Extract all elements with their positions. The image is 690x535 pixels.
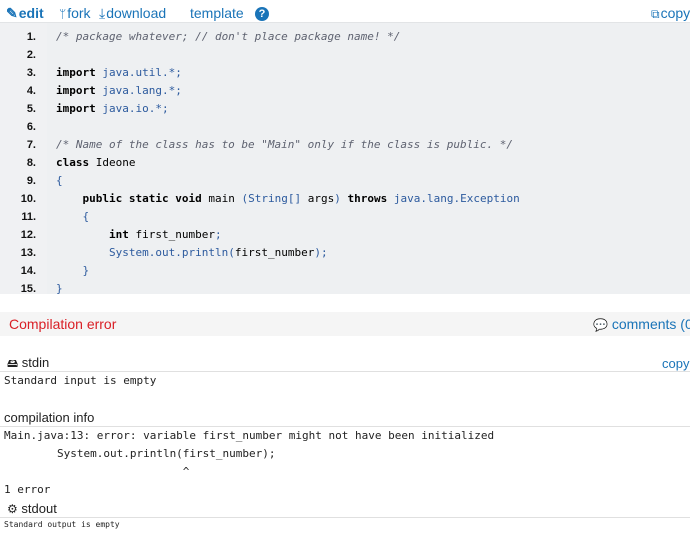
line-number: 11. [21, 211, 36, 223]
line-code: /* package whatever; // don't place pack… [56, 30, 401, 43]
code-line: 7. /* Name of the class has to be "Main" … [0, 136, 690, 154]
line-number: 15. [20, 283, 36, 295]
code-line: 3. import java.util.*; [0, 64, 690, 82]
code-line: 10. public static void main (String[] ar… [0, 190, 690, 208]
stdout-content: Standard output is empty [4, 520, 120, 529]
gears-icon: ⚙ [7, 502, 18, 516]
template-link[interactable]: template [190, 5, 244, 21]
line-code: import java.io.*; [56, 102, 169, 115]
code-line: 5. import java.io.*; [0, 100, 690, 118]
line-number: 4. [26, 85, 36, 97]
line-code: import java.lang.*; [56, 84, 182, 97]
stdin-content: Standard input is empty [4, 374, 157, 387]
line-code: } [82, 264, 90, 277]
code-line: 14. } [0, 262, 690, 280]
copy-stdin-link[interactable]: copy [662, 356, 689, 371]
line-number: 7. [26, 139, 36, 151]
line-code: /* Name of the class has to be "Main" on… [56, 138, 513, 151]
help-icon[interactable]: ? [255, 7, 269, 21]
comments-link[interactable]: 💬 comments (0 [593, 316, 690, 332]
line-number: 9. [26, 175, 36, 187]
line-code: public static void main (String[] args) … [82, 192, 520, 205]
result-status-bar: Compilation error 💬 comments (0 [0, 312, 690, 336]
download-icon: ⤓ [99, 5, 106, 21]
line-code: { [56, 174, 63, 187]
compilation-info-content: Main.java:13: error: variable first_numb… [4, 429, 495, 496]
status-label: Compilation error [9, 316, 117, 332]
line-code: class Ideone [56, 156, 136, 169]
line-number: 1. [26, 31, 36, 43]
line-number: 8. [26, 157, 36, 169]
comment-icon: 💬 [593, 318, 608, 332]
copy-code-link[interactable]: ⧉copy [651, 5, 690, 22]
stdout-title: stdout [21, 501, 57, 516]
code-line: 1. /* package whatever; // don't place pa… [0, 28, 690, 46]
line-code: int first_number; [108, 228, 222, 241]
fork-icon: ᛘ [59, 7, 67, 21]
line-number: 5. [26, 103, 36, 115]
code-line: 11. { [0, 208, 690, 226]
fork-link[interactable]: ᛘfork [59, 5, 91, 21]
line-number: 6. [26, 121, 36, 133]
edit-icon: ✎ [6, 5, 18, 21]
line-number: 3. [26, 67, 36, 79]
compilation-info-title: compilation info [4, 410, 95, 425]
line-number: 13. [20, 247, 36, 259]
stdin-title: stdin [21, 355, 50, 370]
code-line: 15.} [0, 280, 690, 298]
line-code: System.out.println(first_number); [108, 246, 328, 259]
stdout-header: ⚙ stdout [7, 501, 57, 516]
code-line: 2. [0, 46, 690, 64]
code-line: 9. { [0, 172, 690, 190]
code-line: 8. class Ideone [0, 154, 690, 172]
code-line: 12. int first_number; [0, 226, 690, 244]
source-code-view[interactable]: 1. /* package whatever; // don't place pa… [0, 22, 690, 295]
copy-icon: ⧉ [651, 7, 660, 21]
line-number: 2. [26, 49, 36, 61]
line-code: } [56, 282, 63, 295]
line-code: import java.util.*; [56, 66, 182, 79]
code-line: 13. System.out.println(first_number); [0, 244, 690, 262]
inbox-icon: 🖴 [7, 358, 19, 370]
edit-link[interactable]: ✎edit [6, 5, 44, 22]
download-link[interactable]: ⤓download [99, 5, 166, 22]
line-number: 10. [20, 193, 36, 205]
line-number: 12. [20, 229, 36, 241]
code-line: 4. import java.lang.*; [0, 82, 690, 100]
code-line: 6. [0, 118, 690, 136]
line-code: { [82, 210, 90, 223]
line-number: 14. [20, 265, 36, 277]
